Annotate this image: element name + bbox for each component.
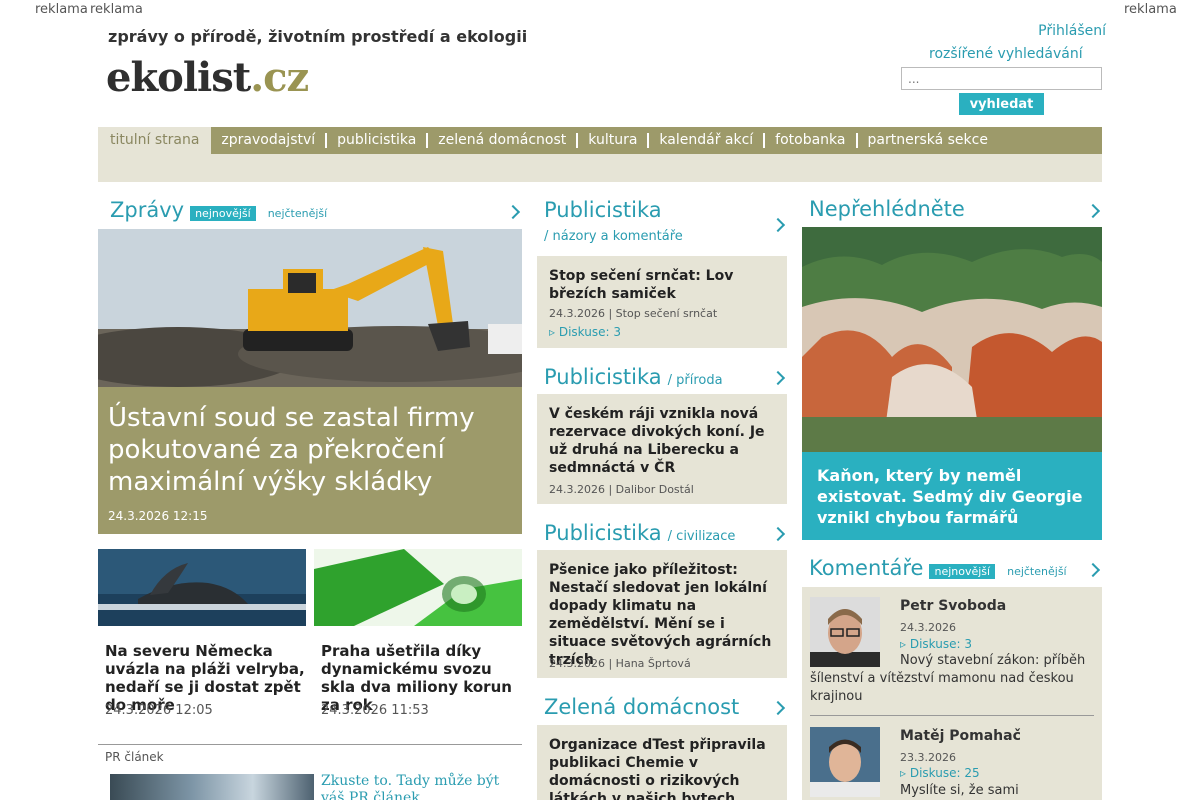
chevron-right-icon[interactable] [770, 370, 786, 386]
news-thumbnail-glass[interactable] [314, 549, 522, 626]
canyon-illustration [802, 227, 1102, 452]
news-section-header: Zprávy nejnovější nejčtenější [110, 198, 327, 222]
chevron-right-icon[interactable] [505, 204, 521, 220]
article-headline[interactable]: Organizace dTest připravila publikaci Ch… [549, 736, 779, 800]
comment-date: 24.3.2026 [900, 621, 956, 634]
nav-item-green-home[interactable]: zelená domácnost [426, 133, 576, 148]
article-card[interactable]: Organizace dTest připravila publikaci Ch… [537, 725, 787, 800]
comments-section-title[interactable]: Komentáře [809, 556, 923, 580]
site-tagline: zprávy o přírodě, životním prostředí a e… [108, 27, 528, 46]
person-photo [810, 727, 880, 797]
section-title[interactable]: Publicistika [544, 521, 662, 545]
section-header-green-home: Zelená domácnost [544, 695, 739, 719]
news-date: 24.3.2026 11:53 [321, 703, 429, 718]
article-headline[interactable]: Pšenice jako příležitost: Nestačí sledov… [549, 561, 779, 669]
comment-title[interactable]: Myslíte si, že sami rozhodujete [900, 782, 1095, 800]
chevron-right-icon[interactable] [1085, 203, 1101, 219]
ad-label[interactable]: reklama [35, 2, 88, 17]
comment-author[interactable]: Petr Svoboda [900, 598, 1006, 614]
article-headline[interactable]: Stop sečení srnčat: Lov březích samiček [549, 267, 779, 303]
news-section-title[interactable]: Zprávy [110, 198, 184, 222]
section-subtitle: / názory a komentáře [544, 229, 683, 244]
nav-item-news[interactable]: zpravodajství [211, 133, 325, 148]
comment-author[interactable]: Matěj Pomahač [900, 728, 1021, 744]
pr-label: PR článek [105, 750, 164, 764]
section-title[interactable]: Publicistika [544, 198, 662, 222]
nav-item-photobank[interactable]: fotobanka [763, 133, 855, 148]
discussion-link[interactable]: ▹ Diskuse: 25 [900, 766, 980, 780]
section-subtitle: / civilizace [667, 529, 736, 544]
article-meta: 24.3.2026 | Dalibor Dostál [549, 483, 694, 496]
section-title[interactable]: Zelená domácnost [544, 695, 739, 719]
login-link[interactable]: Přihlášení [1038, 23, 1106, 39]
news-thumbnail-whale[interactable] [98, 549, 306, 626]
featured-caption[interactable]: Kaňon, který by neměl existovat. Sedmý d… [802, 452, 1102, 540]
comment-title[interactable]: Nový stavební zákon: příběh šílenství a … [810, 652, 1090, 706]
advanced-search-link[interactable]: rozšířené vyhledávání [929, 46, 1083, 62]
tab-most-read[interactable]: nejčtenější [1007, 565, 1067, 578]
avatar[interactable] [810, 727, 880, 797]
logo-tld: .cz [250, 54, 309, 101]
whale-illustration [98, 549, 306, 626]
ad-label[interactable]: reklama [1124, 2, 1177, 17]
glass-bottles-illustration [314, 549, 522, 626]
section-subtitle: / příroda [667, 373, 723, 388]
section-header-civilization: Publicistika / civilizace [544, 521, 735, 545]
section-header-opinions: Publicistika / názory a komentáře [544, 198, 774, 251]
search-button[interactable]: vyhledat [959, 93, 1044, 115]
main-nav: titulní strana zpravodajství publicistik… [98, 127, 1102, 154]
excavator-illustration [98, 229, 522, 387]
featured-headline[interactable]: Kaňon, který by neměl existovat. Sedmý d… [817, 465, 1092, 528]
tab-newest[interactable]: nejnovější [190, 206, 256, 221]
site-logo[interactable]: ekolist.cz [106, 58, 309, 98]
article-headline[interactable]: V českém ráji vznikla nová rezervace div… [549, 405, 779, 477]
discussion-link[interactable]: ▹ Diskuse: 3 [549, 325, 621, 339]
nav-item-home[interactable]: titulní strana [98, 127, 212, 154]
pr-article-link[interactable]: Zkuste to. Tady může být váš PR článek [321, 773, 516, 800]
nav-item-culture[interactable]: kultura [576, 133, 647, 148]
article-card[interactable]: Stop sečení srnčat: Lov březích samiček … [537, 256, 787, 348]
sub-nav-bar [98, 154, 1102, 182]
chevron-right-icon[interactable] [770, 700, 786, 716]
tab-most-read[interactable]: nejčtenější [268, 207, 328, 220]
main-news-image[interactable] [98, 229, 522, 387]
nav-item-partners[interactable]: partnerská sekce [855, 133, 998, 148]
logo-main: ekolist [106, 54, 251, 101]
news-date: 24.3.2026 12:05 [105, 703, 213, 718]
nav-item-events[interactable]: kalendář akcí [647, 133, 763, 148]
article-card[interactable]: V českém ráji vznikla nová rezervace div… [537, 394, 787, 504]
article-card[interactable]: Pšenice jako příležitost: Nestačí sledov… [537, 550, 787, 678]
nav-item-journalism[interactable]: publicistika [325, 133, 426, 148]
pr-article-block: PR článek [98, 744, 522, 764]
article-meta: 24.3.2026 | Stop sečení srnčat [549, 307, 718, 320]
ad-label[interactable]: reklama [90, 2, 143, 17]
comments-section-header: Komentáře nejnovější nejčtenější [809, 556, 1067, 580]
featured-image[interactable] [802, 227, 1102, 452]
chevron-right-icon[interactable] [1085, 562, 1101, 578]
search-input[interactable] [901, 67, 1102, 90]
comment-divider [810, 715, 1094, 716]
section-header-nature: Publicistika / příroda [544, 365, 723, 389]
featured-section-header: Nepřehlédněte [809, 197, 965, 221]
main-news-caption[interactable]: Ústavní soud se zastal firmy pokutované … [98, 387, 522, 534]
main-news-date: 24.3.2026 12:15 [108, 509, 208, 523]
comment-date: 23.3.2026 [900, 751, 956, 764]
pr-article-image[interactable] [110, 774, 314, 800]
article-meta: 24.3.2026 | Hana Šprtová [549, 657, 691, 670]
discussion-link[interactable]: ▹ Diskuse: 3 [900, 637, 972, 651]
featured-section-title[interactable]: Nepřehlédněte [809, 197, 965, 221]
tab-newest[interactable]: nejnovější [929, 564, 996, 579]
chevron-right-icon[interactable] [770, 526, 786, 542]
main-news-headline[interactable]: Ústavní soud se zastal firmy pokutované … [108, 402, 508, 498]
section-title[interactable]: Publicistika [544, 365, 662, 389]
